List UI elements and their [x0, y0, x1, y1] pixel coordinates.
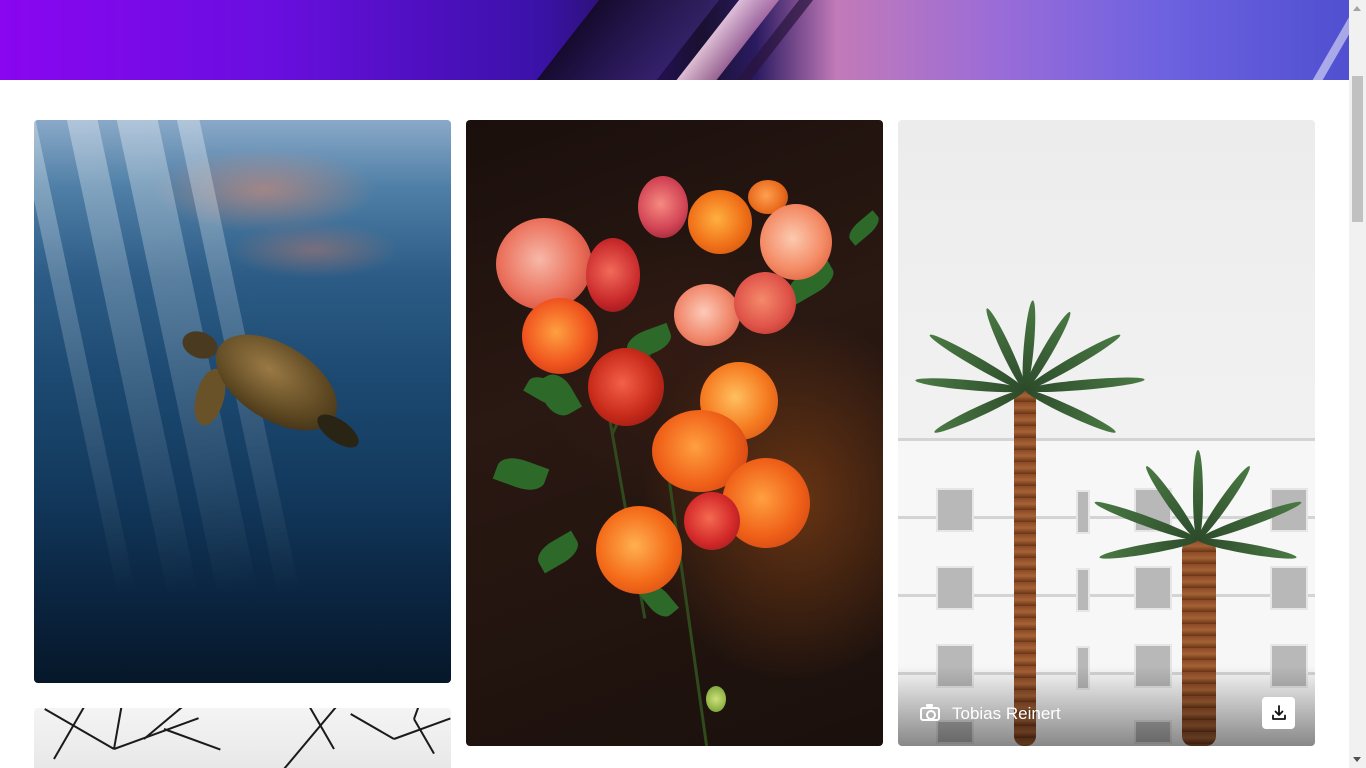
download-icon: [1271, 705, 1286, 720]
page-scrollbar[interactable]: [1349, 0, 1366, 768]
scroll-up-icon[interactable]: [1353, 6, 1361, 11]
palm-frond: [1022, 385, 1118, 437]
leaf: [845, 210, 883, 246]
hero-streak: [1266, 0, 1349, 80]
window: [1134, 566, 1172, 610]
frond-needle: [350, 713, 395, 740]
frond-needle: [413, 708, 433, 720]
red-dahlia: [588, 348, 664, 426]
photographer-credit[interactable]: Tobias Reinert: [920, 704, 1061, 724]
window: [1076, 490, 1090, 534]
orange-dahlia: [688, 190, 752, 254]
hero-banner: [0, 0, 1349, 80]
frond-needle: [163, 728, 221, 751]
leaf: [532, 530, 584, 574]
photo-card-bw-palms[interactable]: [34, 708, 451, 768]
download-button[interactable]: [1262, 697, 1295, 729]
window: [1270, 566, 1308, 610]
orange-dahlia: [596, 506, 682, 594]
pink-dahlia: [496, 218, 592, 310]
peach-dahlia: [760, 204, 832, 280]
red-dahlia: [734, 272, 796, 334]
window: [936, 566, 974, 610]
peach-dahlia: [674, 284, 740, 346]
leaf: [492, 452, 550, 496]
turtle-flipper: [312, 408, 364, 454]
scroll-thumb[interactable]: [1352, 76, 1363, 222]
pink-dahlia: [638, 176, 688, 238]
frond-needle: [283, 708, 356, 768]
frond-needle: [113, 717, 199, 750]
photographer-name[interactable]: Tobias Reinert: [952, 704, 1061, 724]
photo-card-palms[interactable]: Tobias Reinert: [898, 120, 1315, 746]
window: [936, 488, 974, 532]
red-dahlia: [684, 492, 740, 550]
camera-icon: [920, 704, 940, 721]
red-dahlia: [586, 238, 640, 312]
photo-card-flowers[interactable]: [466, 120, 883, 746]
orange-dahlia: [522, 298, 598, 374]
palm-frond: [932, 385, 1028, 437]
window: [1076, 568, 1090, 612]
balcony-rail: [898, 438, 1315, 441]
scroll-down-icon[interactable]: [1353, 757, 1361, 762]
flower-bud: [706, 686, 726, 712]
photo-card-turtle[interactable]: [34, 120, 451, 683]
